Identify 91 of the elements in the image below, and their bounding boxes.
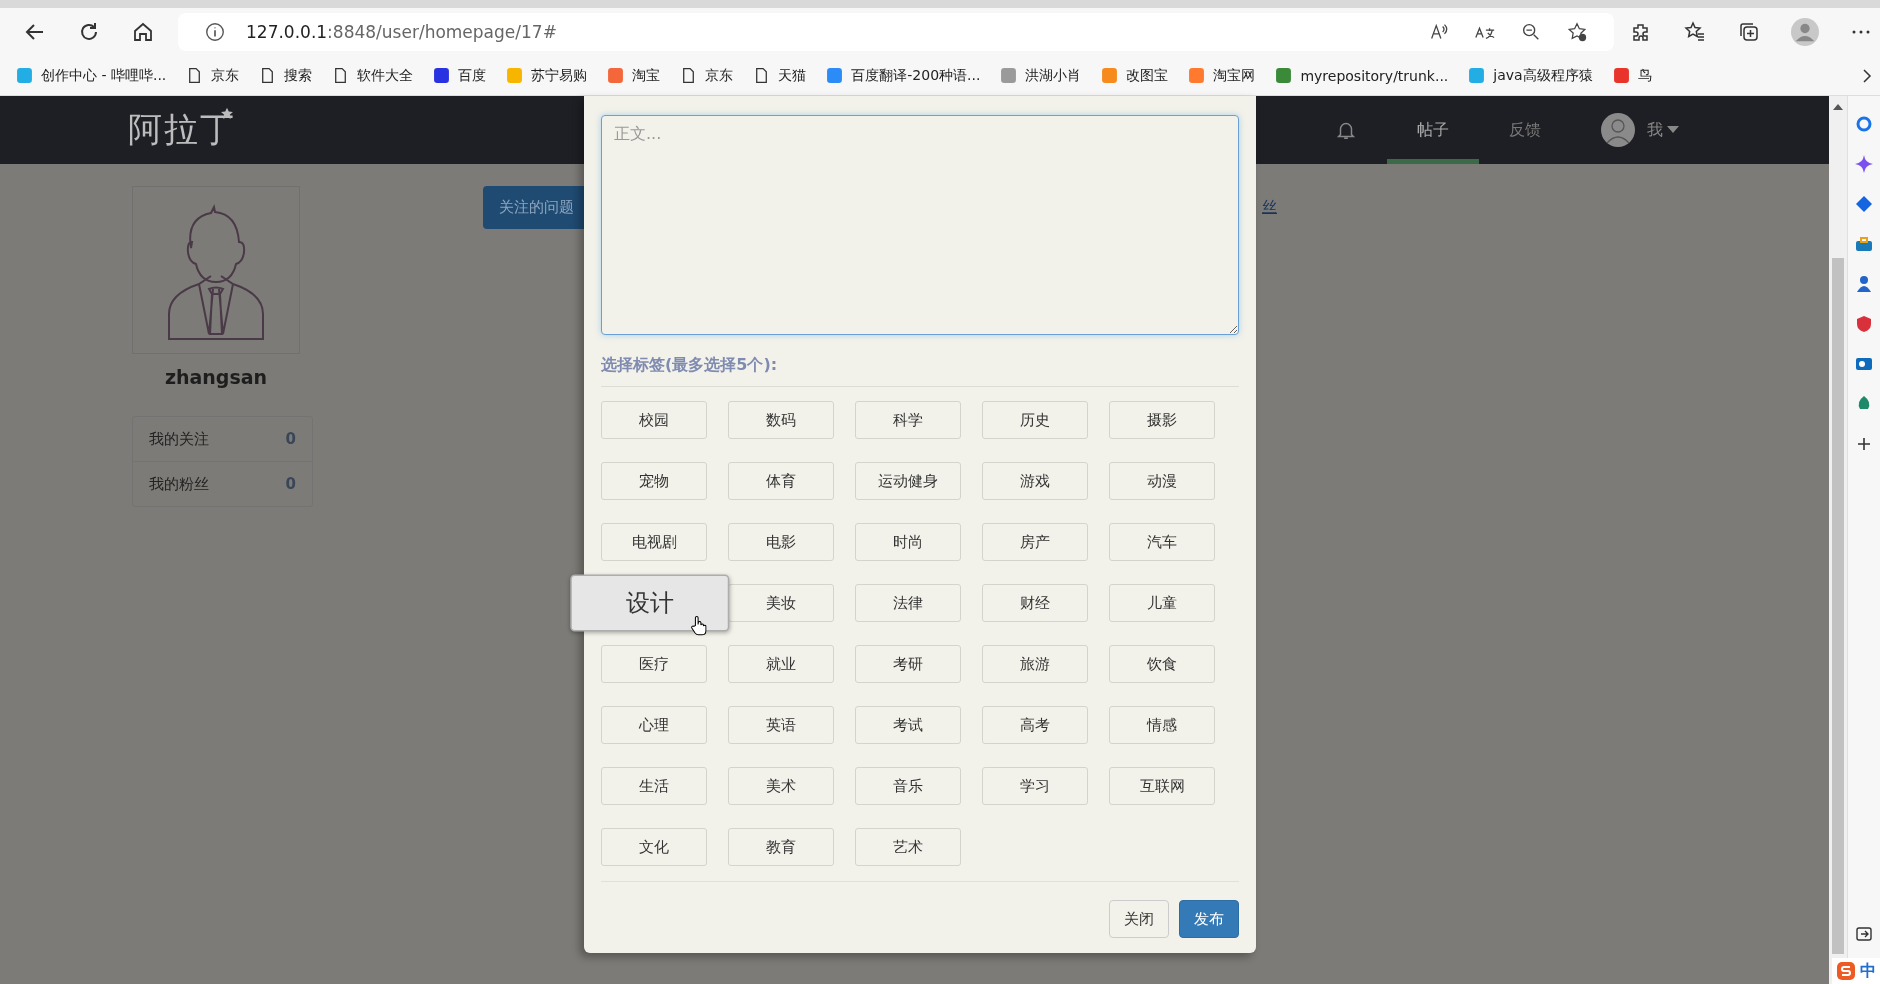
tag-button[interactable]: 学习 [982, 767, 1088, 805]
bookmark[interactable]: java高级程序猿 [1458, 66, 1603, 85]
bookmark[interactable]: 软件大全 [322, 66, 424, 85]
bookmark[interactable]: 百度 [423, 66, 497, 85]
close-button[interactable]: 关闭 [1109, 900, 1169, 938]
info-icon[interactable] [204, 21, 226, 43]
tag-button[interactable]: 考研 [855, 645, 961, 683]
scroll-thumb[interactable] [1832, 258, 1844, 954]
nav-tab[interactable]: 反馈 [1479, 96, 1572, 164]
tags-label: 选择标签(最多选择5个): [601, 355, 1239, 387]
stats-item[interactable]: 我的粉丝 0 [133, 461, 312, 506]
tag-button[interactable]: 互联网 [1109, 767, 1215, 805]
tag-button[interactable]: 文化 [601, 828, 707, 866]
bookmark[interactable]: 天猫 [743, 66, 817, 85]
ime-mode[interactable]: 中 [1860, 960, 1876, 982]
tag-button[interactable]: 艺术 [855, 828, 961, 866]
caret-icon[interactable] [1667, 126, 1680, 134]
tag-button[interactable]: 儿童 [1109, 584, 1215, 622]
bookmark[interactable]: 搜索 [249, 66, 323, 85]
tag-button[interactable]: 运动健身 [855, 462, 961, 500]
tag-button[interactable]: 动漫 [1109, 462, 1215, 500]
tag-button[interactable]: 饮食 [1109, 645, 1215, 683]
stat-count: 0 [285, 430, 296, 448]
chevron-right-icon[interactable] [1862, 67, 1872, 84]
publish-button[interactable]: 发布 [1179, 900, 1239, 938]
bookmark[interactable]: 百度翻译-200种语... [816, 66, 991, 85]
tag-button[interactable]: 历史 [982, 401, 1088, 439]
tag-button[interactable]: 教育 [728, 828, 834, 866]
bookmark[interactable]: 创作中心 - 哔哩哔... [6, 66, 177, 85]
tag-button[interactable]: 心理 [601, 706, 707, 744]
tag-button[interactable]: 医疗 [601, 645, 707, 683]
collections-icon[interactable] [1737, 20, 1761, 44]
stat-count: 0 [285, 475, 296, 493]
logo[interactable]: 阿拉丁 [128, 107, 236, 153]
stat-label: 我的关注 [149, 429, 209, 449]
user-menu[interactable]: 我 [1647, 119, 1664, 141]
stat-label: 我的粉丝 [149, 474, 209, 494]
add-favorite-icon[interactable] [1566, 21, 1588, 43]
tag-button[interactable]: 数码 [728, 401, 834, 439]
bookmark[interactable]: 京东 [670, 66, 744, 85]
home-icon[interactable] [131, 20, 155, 44]
tag-button[interactable]: 校园 [601, 401, 707, 439]
hand-cursor-icon [690, 615, 707, 636]
address-bar[interactable]: 127.0.0.1:8848/user/homepage/17# [178, 13, 1614, 51]
bookmark[interactable]: 苏宁易购 [496, 66, 598, 85]
tag-button[interactable]: 法律 [855, 584, 961, 622]
tag-button[interactable]: 生活 [601, 767, 707, 805]
tag-button[interactable]: 考试 [855, 706, 961, 744]
tag-button[interactable]: 电视剧 [601, 523, 707, 561]
tag-button[interactable]: 时尚 [855, 523, 961, 561]
bookmark[interactable]: 京东 [176, 66, 250, 85]
tag-button[interactable]: 科学 [855, 401, 961, 439]
bookmark[interactable]: 淘宝 [597, 66, 671, 85]
tag-button[interactable]: 美妆 [728, 584, 834, 622]
bookmark[interactable]: 淘宝网 [1178, 66, 1266, 85]
tag-button[interactable]: 高考 [982, 706, 1088, 744]
favorites-icon[interactable] [1683, 20, 1707, 44]
tag-button[interactable]: 财经 [982, 584, 1088, 622]
avatar-icon[interactable] [1601, 113, 1636, 147]
tag-button[interactable]: 就业 [728, 645, 834, 683]
tag-button[interactable]: 体育 [728, 462, 834, 500]
stats-item[interactable]: 我的关注 0 [133, 417, 312, 461]
nav-tab[interactable]: 帖子 [1387, 96, 1480, 164]
sparkle-icon[interactable] [1854, 154, 1874, 174]
scroll-up-icon[interactable] [1833, 104, 1843, 110]
tag-button[interactable]: 摄影 [1109, 401, 1215, 439]
body-textarea[interactable]: 正文... [601, 115, 1239, 335]
tag-button[interactable]: 电影 [728, 523, 834, 561]
bookmark[interactable]: 洪湖小肖 [990, 66, 1092, 85]
shield-icon[interactable] [1854, 314, 1874, 334]
sidebar-toggle-icon[interactable] [1854, 924, 1874, 944]
ime-logo-icon[interactable] [1836, 961, 1856, 981]
bookmark[interactable]: myrepository/trunk... [1265, 67, 1459, 84]
bookmark[interactable]: 改图宝 [1091, 66, 1179, 85]
tag-button[interactable]: 情感 [1109, 706, 1215, 744]
tag-button[interactable]: 音乐 [855, 767, 961, 805]
scrollbar[interactable] [1829, 96, 1847, 984]
tag-button[interactable]: 英语 [728, 706, 834, 744]
bookmark[interactable]: 鸟 [1602, 66, 1662, 85]
tag-button[interactable]: 房产 [982, 523, 1088, 561]
people-icon[interactable] [1854, 274, 1874, 294]
toolbox-icon[interactable] [1854, 234, 1874, 254]
tag-button[interactable]: 游戏 [982, 462, 1088, 500]
tag-button[interactable]: 美术 [728, 767, 834, 805]
tag-button[interactable]: 旅游 [982, 645, 1088, 683]
tag-button[interactable]: 汽车 [1109, 523, 1215, 561]
tag-button[interactable]: 宠物 [601, 462, 707, 500]
search-icon[interactable] [1854, 114, 1874, 134]
profile-icon[interactable] [1791, 18, 1819, 46]
diamond-icon[interactable] [1854, 194, 1874, 214]
username: zhangsan [163, 366, 269, 388]
